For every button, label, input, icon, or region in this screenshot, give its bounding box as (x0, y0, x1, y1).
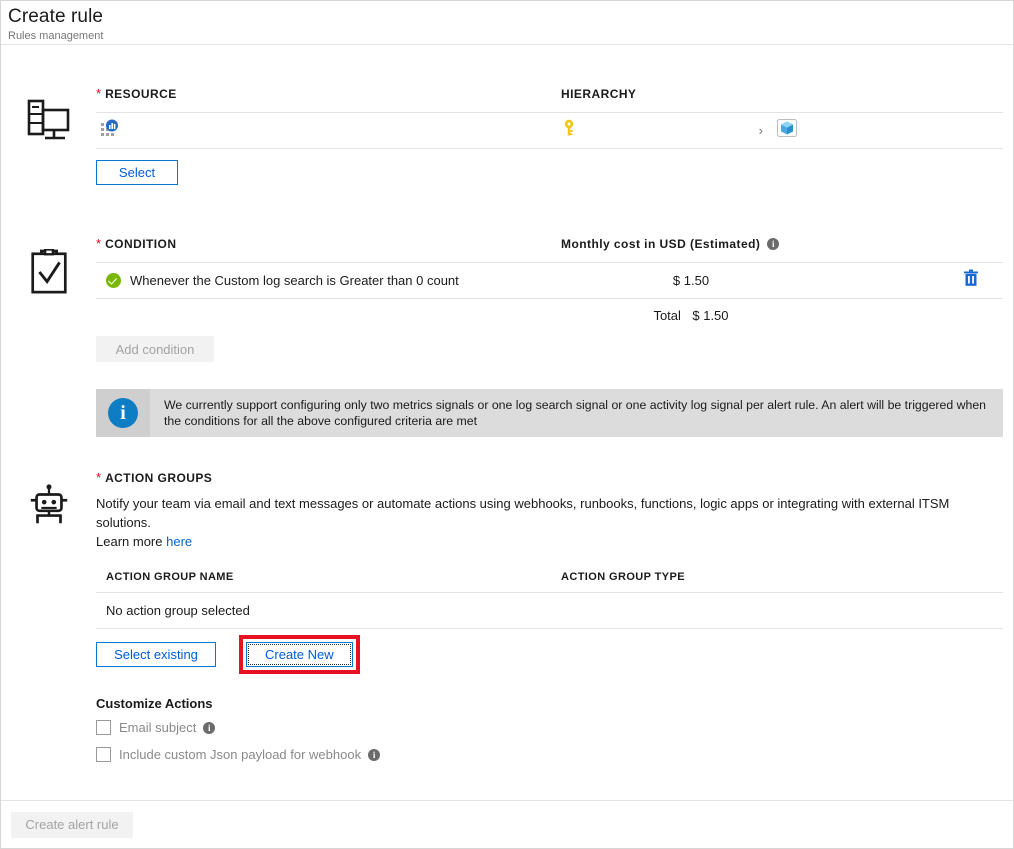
log-analytics-workspace-icon (101, 119, 119, 142)
column-action-group-type: ACTION GROUP TYPE (561, 571, 685, 583)
create-new-highlight-box: Create New (239, 635, 360, 674)
info-banner: i We currently support configuring only … (96, 389, 1003, 437)
hierarchy-label: HIERARCHY (561, 87, 637, 101)
action-groups-label-group: * ACTION GROUPS (96, 471, 1003, 485)
page-header: Create rule Rules management (1, 1, 1013, 45)
action-groups-section: * ACTION GROUPS Notify your team via ema… (1, 437, 1013, 762)
condition-section: * CONDITION Monthly cost in USD (Estimat… (1, 185, 1013, 437)
condition-cost: $ 1.50 (672, 273, 710, 288)
action-groups-divider-bottom (96, 628, 1003, 629)
email-subject-label: Email subject (119, 720, 197, 735)
robot-icon (27, 483, 71, 762)
resource-rail (1, 87, 96, 185)
add-condition-wrap: Add condition (96, 333, 1003, 362)
key-icon (561, 119, 577, 142)
customize-actions-title: Customize Actions (96, 696, 213, 711)
trash-icon[interactable] (963, 269, 979, 292)
info-banner-text: We currently support configuring only tw… (164, 398, 987, 428)
action-groups-empty-row: No action group selected (96, 593, 1003, 628)
condition-body: * CONDITION Monthly cost in USD (Estimat… (96, 237, 1013, 437)
resource-label-group: * RESOURCE (96, 87, 561, 101)
resource-label: RESOURCE (105, 87, 177, 101)
condition-row[interactable]: Whenever the Custom log search is Greate… (96, 263, 1003, 298)
action-groups-description: Notify your team via email and text mess… (96, 496, 950, 530)
json-payload-label: Include custom Json payload for webhook (119, 747, 362, 762)
chevron-right-icon: › (758, 123, 763, 138)
resource-section: * RESOURCE HIERARCHY › Select (1, 45, 1013, 185)
create-rule-page: Create rule Rules management * RESOURCE … (0, 0, 1014, 849)
required-star: * (96, 236, 102, 251)
condition-rail (1, 237, 96, 437)
email-subject-row[interactable]: Email subject i (96, 720, 1003, 735)
resource-row[interactable]: › (96, 113, 1003, 148)
customize-actions-block: Customize Actions Email subject i Includ… (96, 696, 1003, 762)
action-groups-rail (1, 471, 96, 762)
page-body: * RESOURCE HIERARCHY › Select * CONDITIO… (1, 45, 1013, 801)
resource-body: * RESOURCE HIERARCHY › Select (96, 87, 1013, 185)
condition-label-group: * CONDITION (96, 237, 561, 251)
add-condition-button[interactable]: Add condition (96, 336, 214, 362)
json-payload-checkbox[interactable] (96, 747, 111, 762)
action-groups-label: ACTION GROUPS (105, 471, 213, 485)
green-check-icon (106, 273, 121, 288)
cost-header-label: Monthly cost in USD (Estimated) (561, 237, 761, 251)
action-groups-description-block: Notify your team via email and text mess… (96, 494, 1003, 551)
resource-header-row: * RESOURCE HIERARCHY (96, 87, 1003, 101)
total-group: Total $ 1.50 (561, 307, 821, 325)
info-banner-icon-area: i (96, 389, 150, 437)
select-existing-button[interactable]: Select existing (96, 642, 216, 667)
page-title: Create rule (8, 6, 104, 27)
monitor-server-icon (27, 99, 71, 185)
condition-text-cell: Whenever the Custom log search is Greate… (96, 273, 561, 288)
action-groups-empty-text: No action group selected (106, 603, 250, 618)
page-subtitle: Rules management (8, 30, 104, 42)
page-footer: Create alert rule (1, 800, 1013, 848)
clipboard-check-icon (27, 248, 71, 437)
json-payload-row[interactable]: Include custom Json payload for webhook … (96, 747, 1003, 762)
learn-more-prefix: Learn more (96, 534, 163, 549)
email-subject-info-icon[interactable]: i (203, 721, 216, 734)
cost-header-group: Monthly cost in USD (Estimated) i (561, 237, 780, 251)
resource-name-cell (96, 119, 561, 142)
email-subject-checkbox[interactable] (96, 720, 111, 735)
cost-info-icon[interactable]: i (767, 238, 780, 250)
hierarchy-cell: › (561, 118, 1003, 143)
condition-total-row: Total $ 1.50 (96, 299, 1003, 333)
condition-text: Whenever the Custom log search is Greate… (130, 273, 459, 288)
condition-header-row: * CONDITION Monthly cost in USD (Estimat… (96, 237, 1003, 251)
action-groups-buttons: Select existing Create New (96, 635, 1003, 674)
info-circle-icon: i (108, 398, 138, 428)
select-resource-button[interactable]: Select (96, 160, 178, 185)
condition-label: CONDITION (105, 237, 177, 251)
action-groups-table-header: ACTION GROUP NAME ACTION GROUP TYPE (96, 571, 1003, 583)
required-star: * (96, 86, 102, 101)
total-label: Total (653, 308, 681, 323)
action-groups-body: * ACTION GROUPS Notify your team via ema… (96, 471, 1013, 762)
create-new-button[interactable]: Create New (246, 642, 353, 667)
create-alert-rule-button[interactable]: Create alert rule (11, 811, 133, 838)
resource-group-cube-icon (777, 118, 797, 143)
learn-more-link[interactable]: here (166, 534, 192, 549)
resource-actions: Select (96, 149, 1003, 185)
json-payload-info-icon[interactable]: i (368, 748, 381, 761)
total-value: $ 1.50 (692, 308, 729, 323)
required-star: * (96, 470, 102, 485)
column-action-group-name: ACTION GROUP NAME (106, 571, 234, 583)
